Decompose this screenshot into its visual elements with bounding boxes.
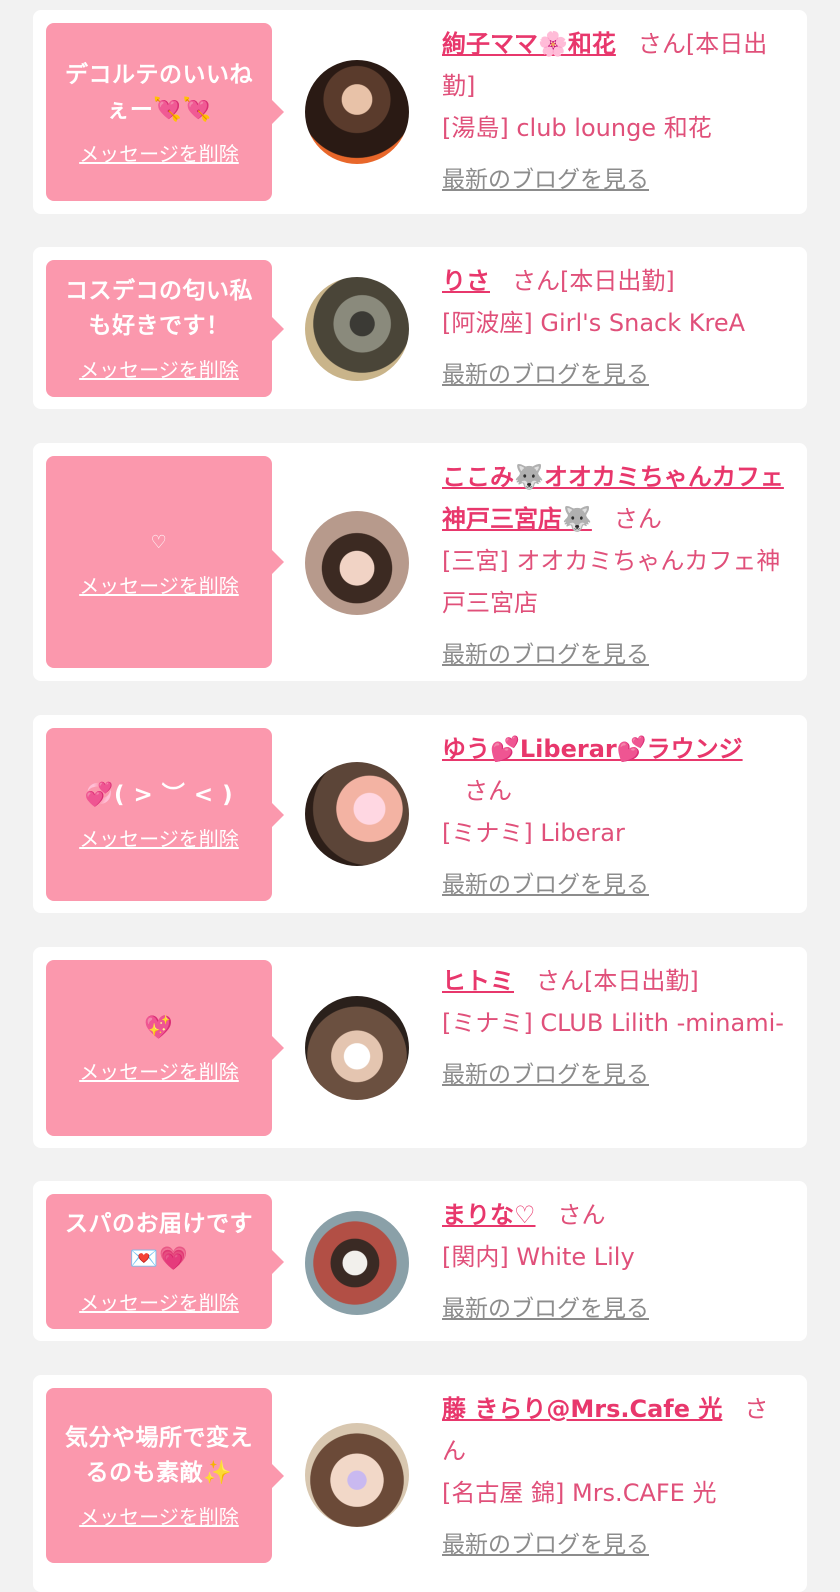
avatar[interactable] [305, 60, 409, 164]
avatar[interactable] [305, 511, 409, 615]
cast-info: 藤 きらり@Mrs.Cafe 光さん [名古屋 錦] Mrs.CAFE 光 最新… [442, 1388, 787, 1566]
delete-message-link[interactable]: メッセージを削除 [79, 354, 239, 383]
message-text: 💖 [144, 1015, 174, 1041]
message-bubble: 気分や場所で変えるのも素敵✨ メッセージを削除 [46, 1388, 284, 1563]
shop-label: [阿波座] Girl's Snack KreA [442, 309, 746, 337]
message-bubble: 💖 メッセージを削除 [46, 960, 284, 1136]
shop-label: [湯島] club lounge 和花 [442, 114, 712, 142]
cast-name-link[interactable]: りさ [442, 267, 490, 295]
cast-name-link[interactable]: 藤 きらり@Mrs.Cafe 光 [442, 1395, 722, 1423]
avatar[interactable] [305, 1211, 409, 1315]
cast-suffix: さん[本日出勤] [512, 267, 675, 295]
message-card: スパのお届けです💌💗 メッセージを削除 まりな♡ さん [関内] White Li… [33, 1181, 807, 1341]
message-card: デコルテのいいねぇー💘💘 メッセージを削除 絢子ママ🌸和花 さん[本日出勤] [湯… [33, 10, 807, 214]
cast-name-link[interactable]: まりな♡ [442, 1201, 536, 1229]
latest-blog-link[interactable]: 最新のブログを見る [442, 1524, 787, 1566]
latest-blog-link[interactable]: 最新のブログを見る [442, 1288, 787, 1330]
delete-message-link[interactable]: メッセージを削除 [79, 1056, 239, 1085]
avatar[interactable] [305, 277, 409, 381]
shop-label: [名古屋 錦] Mrs.CAFE 光 [442, 1479, 717, 1507]
message-bubble: 💞( > ︶ < ) メッセージを削除 [46, 728, 284, 901]
shop-label: [関内] White Lily [442, 1243, 635, 1271]
message-bubble: コスデコの匂い私も好きです！ メッセージを削除 [46, 260, 284, 397]
cast-suffix: さん [613, 505, 662, 533]
message-card: ♡ メッセージを削除 ここみ🐺オオカミちゃんカフェ神戸三宮店🐺 さん [三宮] オ… [33, 443, 807, 681]
shop-label: [ミナミ] Liberar [442, 819, 625, 847]
message-text: 気分や場所で変えるのも素敵✨ [65, 1425, 253, 1486]
message-bubble: ♡ メッセージを削除 [46, 456, 284, 668]
delete-message-link[interactable]: メッセージを削除 [79, 1501, 239, 1530]
message-card: 💞( > ︶ < ) メッセージを削除 ゆう💕Liberar💕ラウンジさん [ミ… [33, 715, 807, 913]
message-text: デコルテのいいねぇー💘💘 [65, 61, 253, 123]
shop-label: [三宮] オオカミちゃんカフェ神戸三宮店 [442, 547, 781, 617]
delete-message-link[interactable]: メッセージを削除 [79, 1287, 239, 1316]
shop-label: [ミナミ] CLUB Lilith -minami- [442, 1009, 784, 1037]
cast-info: ここみ🐺オオカミちゃんカフェ神戸三宮店🐺 さん [三宮] オオカミちゃんカフェ神戸… [442, 456, 787, 676]
latest-blog-link[interactable]: 最新のブログを見る [442, 864, 787, 906]
cast-suffix: さん [464, 777, 512, 805]
cast-info: 絢子ママ🌸和花 さん[本日出勤] [湯島] club lounge 和花 最新のブ… [442, 23, 787, 201]
cast-info: ゆう💕Liberar💕ラウンジさん [ミナミ] Liberar 最新のブログを見… [442, 728, 787, 906]
message-card: 気分や場所で変えるのも素敵✨ メッセージを削除 藤 きらり@Mrs.Cafe 光… [33, 1375, 807, 1592]
cast-name-link[interactable]: ヒトミ [442, 967, 514, 995]
message-text: コスデコの匂い私も好きです！ [65, 278, 253, 339]
message-bubble: スパのお届けです💌💗 メッセージを削除 [46, 1194, 284, 1329]
latest-blog-link[interactable]: 最新のブログを見る [442, 1054, 787, 1096]
cast-suffix: さん [557, 1201, 606, 1229]
avatar[interactable] [305, 762, 409, 866]
message-text: 💞( > ︶ < ) [84, 781, 234, 808]
latest-blog-link[interactable]: 最新のブログを見る [442, 634, 787, 676]
delete-message-link[interactable]: メッセージを削除 [79, 138, 239, 167]
avatar[interactable] [305, 1423, 409, 1527]
delete-message-link[interactable]: メッセージを削除 [79, 823, 239, 852]
cast-info: りさ さん[本日出勤] [阿波座] Girl's Snack KreA 最新のブロ… [442, 260, 787, 396]
cast-name-link[interactable]: 絢子ママ🌸和花 [442, 30, 616, 58]
cast-suffix: さん[本日出勤] [536, 967, 699, 995]
cast-name-link[interactable]: ゆう💕Liberar💕ラウンジ [442, 735, 743, 763]
message-card: 💖 メッセージを削除 ヒトミ さん[本日出勤] [ミナミ] CLUB Lilith… [33, 947, 807, 1148]
avatar[interactable] [305, 996, 409, 1100]
message-card: コスデコの匂い私も好きです！ メッセージを削除 りさ さん[本日出勤] [阿波座]… [33, 247, 807, 409]
latest-blog-link[interactable]: 最新のブログを見る [442, 354, 787, 396]
cast-info: まりな♡ さん [関内] White Lily 最新のブログを見る [442, 1194, 787, 1330]
message-bubble: デコルテのいいねぇー💘💘 メッセージを削除 [46, 23, 284, 201]
delete-message-link[interactable]: メッセージを削除 [79, 570, 239, 599]
cast-name-link[interactable]: ここみ🐺オオカミちゃんカフェ神戸三宮店🐺 [442, 463, 784, 533]
message-text: スパのお届けです💌💗 [65, 1211, 253, 1272]
message-text: ♡ [150, 532, 168, 553]
cast-info: ヒトミ さん[本日出勤] [ミナミ] CLUB Lilith -minami- 最… [442, 960, 787, 1096]
latest-blog-link[interactable]: 最新のブログを見る [442, 159, 787, 201]
